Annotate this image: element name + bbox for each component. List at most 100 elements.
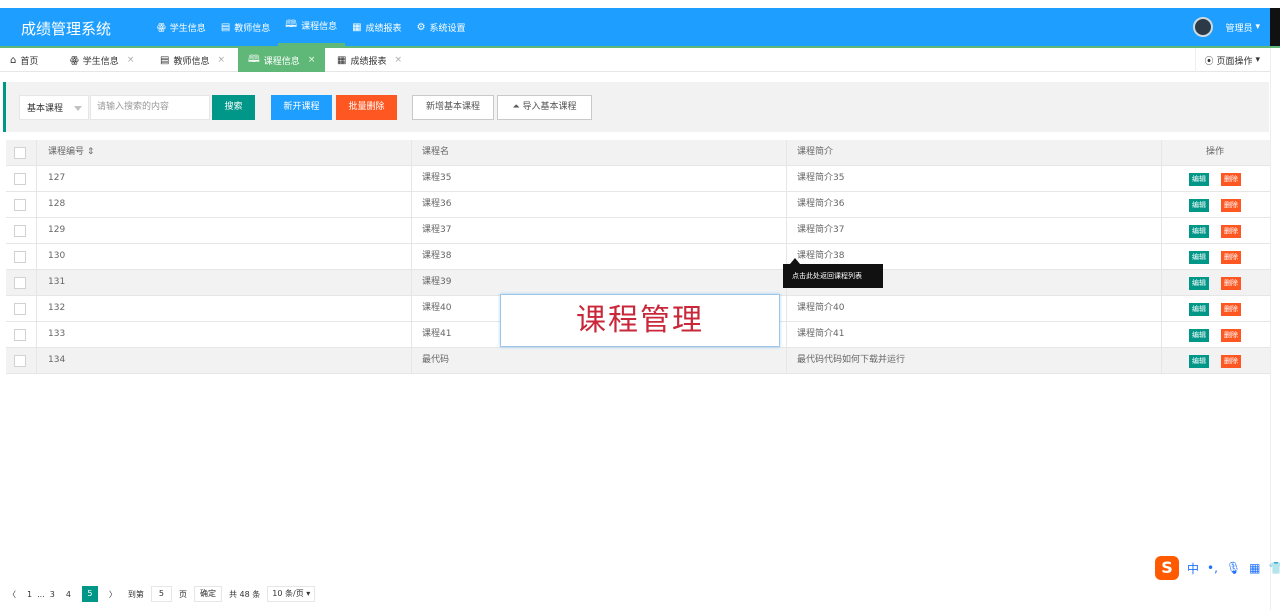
nav-teacher-info[interactable]: ▤ 教师信息 — [214, 8, 278, 46]
nav-score-report[interactable]: ▦ 成绩报表 — [345, 8, 409, 46]
table-row[interactable]: 128 课程36 课程简介36 编辑 删除 — [6, 192, 1270, 218]
import-basic-course-button[interactable]: ⏶ 导入基本课程 — [497, 95, 592, 120]
column-divider — [786, 140, 787, 166]
page-link[interactable]: 1 — [27, 590, 32, 599]
row-checkbox[interactable] — [14, 199, 26, 211]
edit-button[interactable]: 编辑 — [1189, 199, 1209, 212]
select-value: 基本课程 — [27, 104, 64, 114]
row-checkbox[interactable] — [14, 173, 26, 185]
table-row[interactable]: 131 课程39 编辑 删除 — [6, 270, 1270, 296]
nav-system-settings[interactable]: ⚙ 系统设置 — [410, 8, 474, 46]
row-checkbox[interactable] — [14, 251, 26, 263]
header-operations: 操作 — [1206, 147, 1225, 157]
course-id-cell: 131 — [48, 277, 66, 287]
close-icon[interactable]: × — [394, 55, 402, 65]
book-icon: 🕮 — [285, 19, 298, 30]
table-row[interactable]: 127 课程35 课程简介35 编辑 删除 — [6, 166, 1270, 192]
tab-score-report[interactable]: ▦ 成绩报表 × — [337, 48, 402, 72]
right-edge-strip — [1270, 48, 1280, 610]
table-header: 课程编号 ⇕ 课程名 课程简介 操作 — [6, 140, 1270, 166]
delete-button[interactable]: 删除 — [1221, 329, 1241, 342]
edit-button[interactable]: 编辑 — [1189, 277, 1209, 290]
column-divider — [411, 140, 412, 166]
ime-language[interactable]: 中 — [1187, 560, 1199, 577]
tooltip: 点击此处返回课程列表 — [783, 264, 883, 288]
skin-icon[interactable]: 👕 — [1269, 561, 1280, 575]
row-checkbox[interactable] — [14, 225, 26, 237]
delete-button[interactable]: 删除 — [1221, 277, 1241, 290]
prev-page-button[interactable]: 〈 — [8, 589, 16, 600]
nav-student-info[interactable]: ꙮ 学生信息 — [150, 8, 214, 46]
select-all-checkbox[interactable] — [14, 147, 26, 159]
course-intro-cell: 课程简介37 — [797, 225, 845, 235]
column-divider — [411, 322, 412, 348]
keyboard-icon[interactable]: ▦ — [1249, 561, 1260, 575]
chevron-down-icon — [74, 106, 82, 111]
ime-punctuation-icon[interactable]: •, — [1207, 561, 1218, 575]
current-page[interactable]: 5 — [81, 586, 98, 602]
search-input[interactable]: 请输入搜索的内容 — [90, 95, 210, 120]
new-course-button[interactable]: 新开课程 — [271, 95, 332, 120]
course-type-select[interactable]: 基本课程 — [19, 95, 89, 120]
column-divider — [1161, 322, 1162, 348]
tab-course-info[interactable]: 🕮 课程信息 × — [238, 48, 326, 72]
row-checkbox[interactable] — [14, 277, 26, 289]
course-id-cell: 133 — [48, 329, 66, 339]
edit-button[interactable]: 编辑 — [1189, 303, 1209, 316]
column-divider — [411, 270, 412, 296]
tab-student-info[interactable]: ꙮ 学生信息 × — [70, 48, 134, 72]
pagination: 〈 1 ... 3 4 5 〉 到第 5 页 确定 共 48 条 10 条/页 … — [8, 584, 322, 604]
delete-button[interactable]: 删除 — [1221, 303, 1241, 316]
avatar[interactable] — [1193, 17, 1214, 37]
ime-logo-icon[interactable]: S — [1155, 556, 1179, 580]
edit-button[interactable]: 编辑 — [1189, 173, 1209, 186]
tab-teacher-info[interactable]: ▤ 教师信息 × — [160, 48, 225, 72]
page-size-select[interactable]: 10 条/页 ▾ — [267, 586, 316, 602]
table-row[interactable]: 129 课程37 课程简介37 编辑 删除 — [6, 218, 1270, 244]
course-name-cell: 课程40 — [422, 303, 452, 313]
delete-button[interactable]: 删除 — [1221, 355, 1241, 368]
page-operations-button[interactable]: ⦿ 页面操作 ▾ — [1195, 48, 1260, 72]
goto-page-input[interactable]: 5 — [150, 586, 173, 602]
close-icon[interactable]: × — [217, 55, 225, 65]
batch-delete-button[interactable]: 批量删除 — [336, 95, 397, 120]
nav-label: 学生信息 — [169, 23, 206, 34]
edit-button[interactable]: 编辑 — [1189, 355, 1209, 368]
course-name-cell: 课程37 — [422, 225, 452, 235]
tab-home[interactable]: ⌂ 首页 — [10, 48, 38, 72]
table-row[interactable]: 134 最代码 最代码代码如何下载并运行 编辑 删除 — [6, 348, 1270, 374]
page-link[interactable]: 4 — [66, 590, 71, 599]
edit-button[interactable]: 编辑 — [1189, 329, 1209, 342]
column-divider — [786, 322, 787, 348]
column-divider — [1161, 140, 1162, 166]
course-id-cell: 130 — [48, 251, 66, 261]
page-link[interactable]: 3 — [50, 590, 55, 599]
target-icon: ⦿ — [1204, 56, 1214, 67]
microphone-icon[interactable]: 🎙 — [1226, 561, 1241, 575]
delete-button[interactable]: 删除 — [1221, 225, 1241, 238]
delete-button[interactable]: 删除 — [1221, 251, 1241, 264]
edit-button[interactable]: 编辑 — [1189, 225, 1209, 238]
user-name: 管理员 — [1225, 23, 1253, 34]
delete-button[interactable]: 删除 — [1221, 199, 1241, 212]
row-checkbox[interactable] — [14, 329, 26, 341]
user-menu[interactable]: 管理员 ▾ — [1193, 8, 1260, 46]
goto-confirm-button[interactable]: 确定 — [194, 586, 223, 602]
table-row[interactable]: 130 课程38 课程简介38 编辑 删除 — [6, 244, 1270, 270]
next-page-button[interactable]: 〉 — [109, 589, 117, 600]
course-intro-cell: 最代码代码如何下载并运行 — [797, 355, 906, 365]
header-course-id[interactable]: 课程编号 ⇕ — [48, 140, 94, 166]
nav-course-info[interactable]: 🕮 课程信息 — [278, 8, 346, 46]
column-divider — [36, 322, 37, 348]
close-icon[interactable]: × — [308, 55, 316, 65]
search-button[interactable]: 搜索 — [212, 95, 255, 120]
add-basic-course-button[interactable]: 新增基本课程 — [412, 95, 494, 120]
close-icon[interactable]: × — [127, 55, 135, 65]
row-checkbox[interactable] — [14, 355, 26, 367]
delete-button[interactable]: 删除 — [1221, 173, 1241, 186]
row-checkbox[interactable] — [14, 303, 26, 315]
edit-button[interactable]: 编辑 — [1189, 251, 1209, 264]
column-divider — [786, 192, 787, 218]
header-course-name: 课程名 — [422, 147, 450, 157]
column-divider — [411, 192, 412, 218]
